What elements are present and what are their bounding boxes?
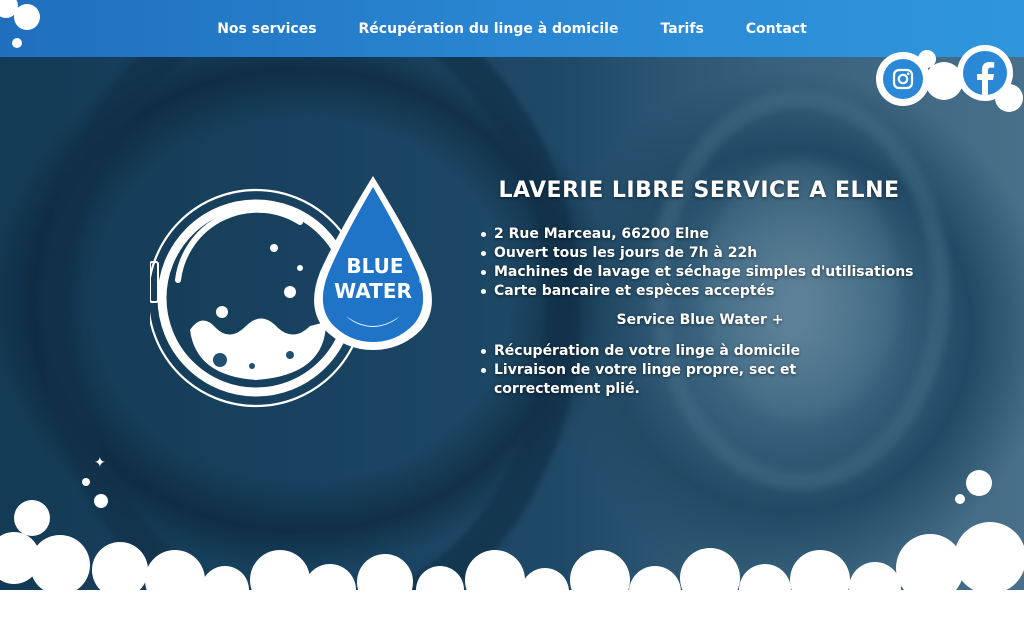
hero-content: LAVERIE LIBRE SERVICE A ELNE 2 Rue Marce… xyxy=(470,178,914,399)
floating-bubble xyxy=(82,478,90,486)
main-nav: Nos services Récupération du linge à dom… xyxy=(0,0,1024,57)
list-item: Récupération de votre linge à domicile xyxy=(470,342,910,361)
list-item: Machines de lavage et séchage simples d'… xyxy=(470,263,914,282)
nav-link-tarifs[interactable]: Tarifs xyxy=(639,21,724,37)
sparkle-icon: ✦ xyxy=(94,455,106,471)
facebook-icon xyxy=(963,51,1007,95)
list-item: Livraison de votre linge propre, sec et … xyxy=(470,361,880,399)
logo-text-water: WATER xyxy=(334,279,412,303)
page-title: LAVERIE LIBRE SERVICE A ELNE xyxy=(498,178,900,203)
nav-link-services[interactable]: Nos services xyxy=(196,21,337,37)
list-item: Carte bancaire et espèces acceptés xyxy=(470,282,910,301)
instagram-icon xyxy=(883,59,923,99)
logo-text-blue: BLUE xyxy=(346,254,403,278)
features-list: 2 Rue Marceau, 66200 Elne Ouvert tous le… xyxy=(470,225,914,301)
floating-bubble xyxy=(966,470,992,496)
logo-registered-mark: ® xyxy=(418,277,425,285)
nav-link-pickup[interactable]: Récupération du linge à domicile xyxy=(338,21,640,37)
service-plus-title: Service Blue Water + xyxy=(616,312,784,328)
top-navigation-bar: Nos services Récupération du linge à dom… xyxy=(0,0,1024,57)
instagram-button[interactable] xyxy=(876,52,930,106)
list-item: Ouvert tous les jours de 7h à 22h xyxy=(470,244,910,263)
foam-footer xyxy=(0,500,1024,640)
floating-bubble xyxy=(94,494,108,508)
list-item: 2 Rue Marceau, 66200 Elne xyxy=(470,225,910,244)
service-plus-list: Récupération de votre linge à domicile L… xyxy=(470,342,910,399)
blue-water-logo: BLUE WATER ® xyxy=(146,170,440,420)
facebook-button[interactable] xyxy=(957,45,1013,101)
floating-bubble xyxy=(955,494,965,504)
nav-link-contact[interactable]: Contact xyxy=(725,21,828,37)
